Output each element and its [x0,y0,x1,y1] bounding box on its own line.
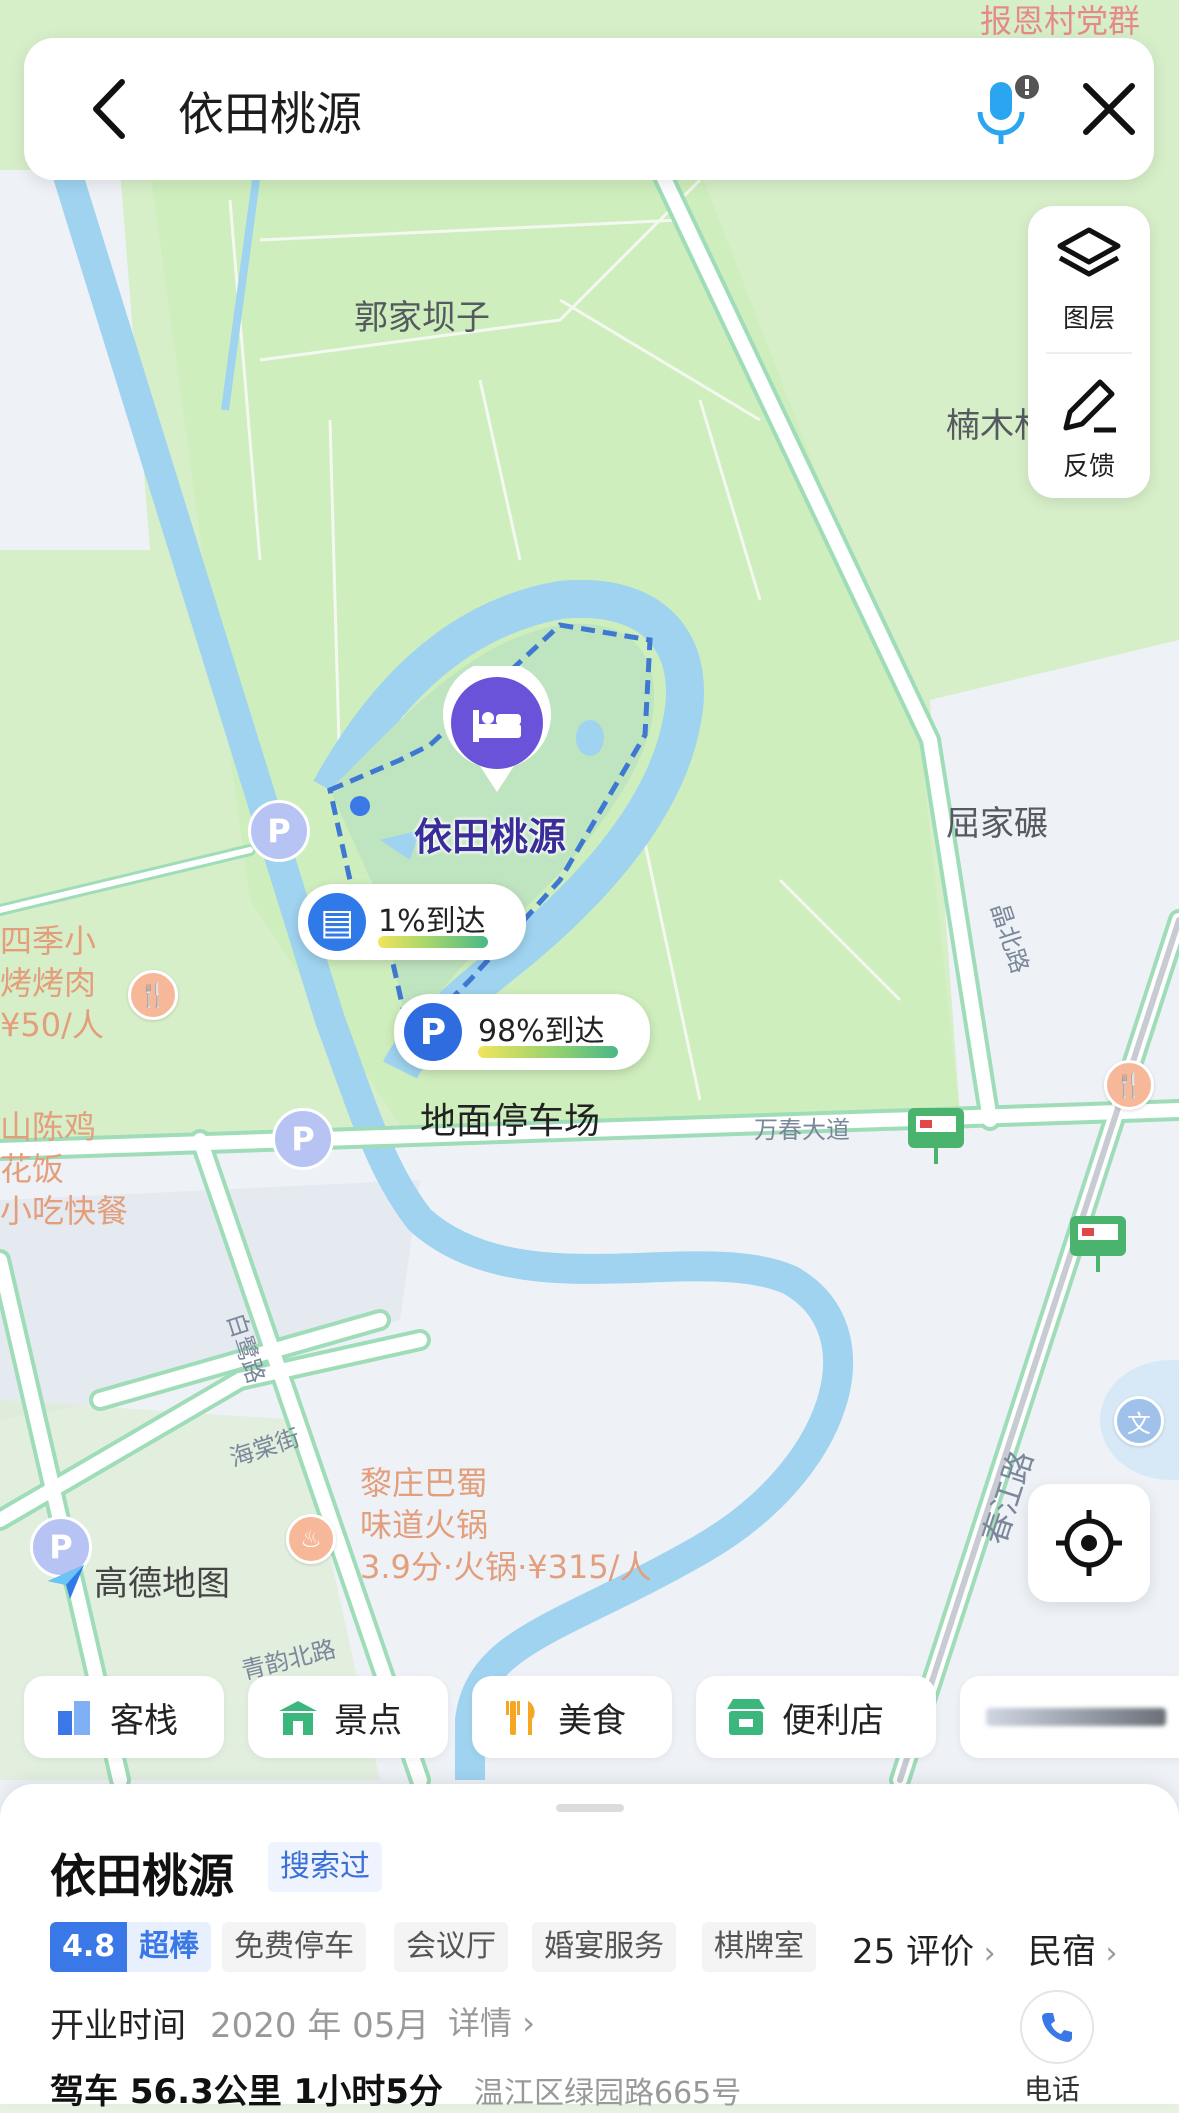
gate-icon [276,1695,320,1739]
reviews-link[interactable]: 25 评价 › [852,1924,996,1973]
building-icon [52,1695,96,1739]
phone-label: 电话 [1024,2073,1081,2106]
transit-arrival-bar [378,936,488,948]
layers-button[interactable]: 图层 [1028,206,1150,352]
hours-value: 2020 年 05月 [210,2006,430,2046]
place-title: 依田桃源 [50,1849,234,1903]
searched-badge: 搜索过 [268,1842,382,1892]
map-tool-panel: 图层 反馈 [1028,206,1150,498]
category-chip-scenic[interactable]: 景点 [248,1676,448,1758]
hotpot-icon[interactable]: ♨ [286,1514,336,1564]
parking-lot-icon: P [404,1003,462,1061]
locate-me-button[interactable] [1028,1484,1150,1602]
type-link[interactable]: 民宿 › [1028,1924,1118,1973]
rating-badge[interactable]: 4.8 超棒 [50,1922,212,1972]
phone-icon [1042,2013,1072,2042]
tag-wedding-service: 婚宴服务 [532,1922,676,1972]
place-label-baoen[interactable]: 报恩村党群 [980,0,1140,42]
parking-arrival-bubble[interactable]: P 98%到达 [394,994,650,1070]
category-chip-inn[interactable]: 客栈 [24,1676,224,1758]
hours-detail-link[interactable]: 详情 › [448,1998,535,2044]
amap-watermark: 高德地图 [44,1556,230,1605]
layers-label: 图层 [1062,304,1115,334]
poi-hotpot-name[interactable]: 黎庄巴蜀 味道火锅 3.9分·火锅·¥315/人 [360,1462,651,1588]
parking-icon[interactable]: P [248,800,310,862]
park-name-label[interactable]: 依田桃源 [414,806,566,861]
rating-word: 超棒 [127,1922,212,1972]
parking-lot-label[interactable]: 地面停车场 [420,1092,600,1144]
search-query[interactable]: 依田桃源 [178,78,362,144]
restaurant-icon[interactable]: 🍴 [1104,1060,1154,1110]
tag-free-parking: 免费停车 [222,1922,366,1972]
parking-arrival-bar [478,1046,618,1058]
tag-chess-room: 棋牌室 [702,1922,816,1972]
rating-score: 4.8 [50,1922,128,1972]
restaurant-icon[interactable]: 🍴 [128,970,178,1020]
feedback-button[interactable]: 反馈 [1028,352,1150,498]
fork-knife-icon [500,1695,544,1739]
hotel-pin-icon[interactable] [440,666,554,796]
transit-arrival-percent: 1%到达 [378,904,486,939]
address-text: 温江区绿园路665号 [474,2076,742,2111]
transit-icon: ▤ [308,893,366,951]
feedback-label: 反馈 [1062,452,1115,482]
amap-logo-icon [48,1564,84,1599]
close-icon[interactable] [1074,74,1144,144]
category-chip-more[interactable] [960,1676,1179,1758]
place-label-qujia[interactable]: 屈家碾 [946,796,1048,845]
poi-bbq-name[interactable]: 四季小 烤烤肉 ¥50/人 [0,920,104,1046]
hours-label: 开业时间 [50,2006,186,2046]
back-arrow-icon[interactable] [76,74,146,144]
category-chip-store[interactable]: 便利店 [696,1676,936,1758]
feedback-pen-icon [1063,379,1116,433]
transit-arrival-bubble[interactable]: ▤ 1%到达 [298,884,526,960]
layers-icon [1057,227,1121,277]
place-label-guojiabazi[interactable]: 郭家坝子 [354,290,490,339]
voice-mic-icon[interactable] [962,72,1042,152]
search-bar[interactable]: 依田桃源 [24,38,1154,180]
road-label-wanchun: 万春大道 [754,1116,850,1144]
category-chip-food[interactable]: 美食 [472,1676,672,1758]
culture-icon[interactable]: 文 [1114,1396,1164,1446]
sheet-drag-handle[interactable] [556,1804,624,1812]
tag-meeting-hall: 会议厅 [394,1922,508,1972]
drive-info: 驾车 56.3公里 1小时5分 [50,2072,443,2112]
phone-button[interactable] [1020,1990,1094,2064]
shop-icon [724,1695,768,1739]
parking-arrival-percent: 98%到达 [478,1014,605,1049]
place-detail-sheet[interactable]: 依田桃源 搜索过 4.8 超棒 免费停车 会议厅 婚宴服务 棋牌室 25 评价 … [0,1784,1179,2112]
poi-chicken-name[interactable]: 山陈鸡 花饭 小吃快餐 [0,1106,128,1232]
crosshair-icon [1056,1510,1122,1576]
parking-icon[interactable]: P [272,1108,334,1170]
